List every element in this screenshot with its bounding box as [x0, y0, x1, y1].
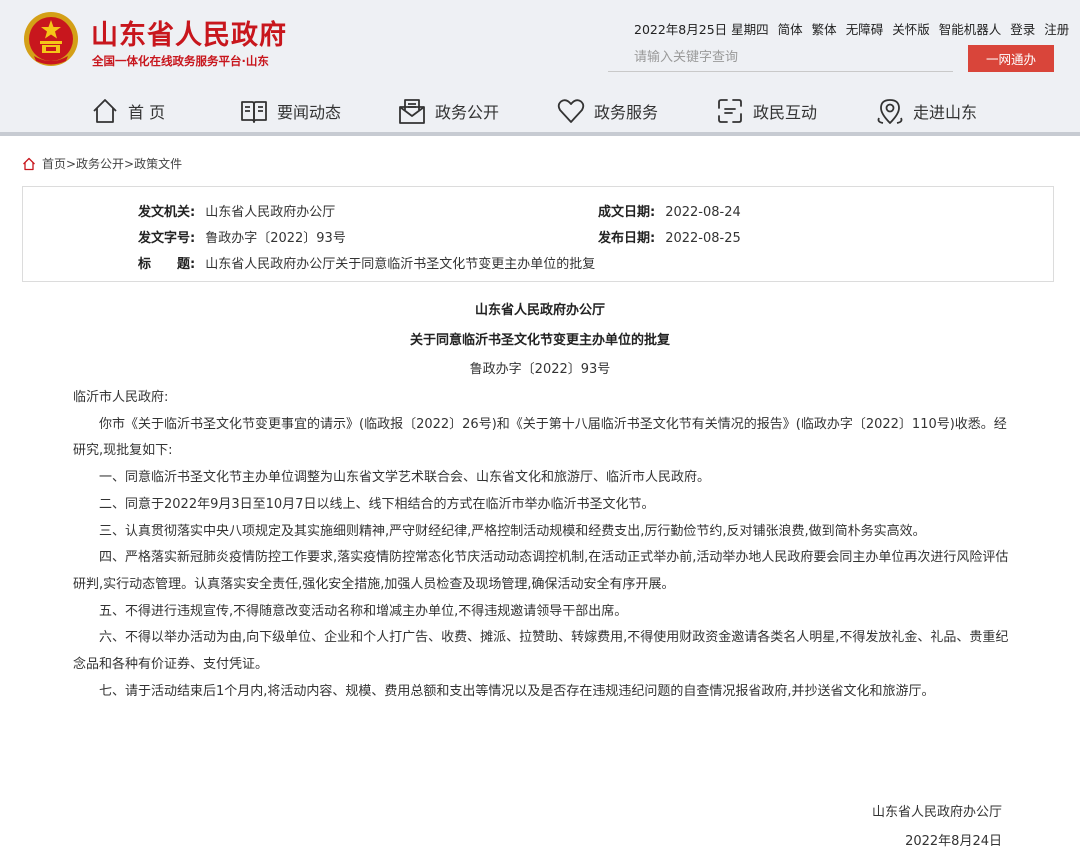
- national-emblem-icon: [24, 12, 78, 66]
- nav-item-home[interactable]: 首 页: [90, 90, 165, 132]
- nav-label: 政务服务: [594, 103, 659, 122]
- main-nav: 首 页 要闻动态 政务公开 政务服务 政民互动 走进山东: [0, 90, 1080, 135]
- breadcrumb: 首页>政务公开>政策文件: [22, 155, 182, 172]
- meta-label: 发文机关:: [138, 205, 196, 220]
- nav-item-gov-affairs[interactable]: 政务公开: [397, 90, 499, 132]
- nav-item-gov-services[interactable]: 政务服务: [556, 90, 658, 132]
- meta-written-date: 成文日期: 2022-08-24: [598, 201, 741, 220]
- home-icon[interactable]: [22, 157, 36, 171]
- document-issuer: 山东省人民政府办公厅: [474, 303, 605, 318]
- site-title[interactable]: 山东省人民政府: [91, 13, 287, 52]
- meta-title: 标 题: 山东省人民政府办公厅关于同意临沂书圣文化节变更主办单位的批复: [138, 253, 595, 272]
- nav-label: 政民互动: [753, 103, 818, 122]
- paragraph: 一、同意临沂书圣文化节主办单位调整为山东省文学艺术联合会、山东省文化和旅游厅、临…: [99, 470, 711, 486]
- book-icon: [241, 101, 267, 123]
- meta-doc-number: 发文字号: 鲁政办字〔2022〕93号: [138, 227, 346, 246]
- mail-icon: [399, 99, 425, 124]
- accessibility-link[interactable]: 无障碍: [846, 19, 884, 38]
- meta-label: 成文日期:: [598, 205, 656, 220]
- document-number: 鲁政办字〔2022〕93号: [469, 362, 611, 377]
- search-input[interactable]: [608, 44, 953, 72]
- nav-item-news[interactable]: 要闻动态: [239, 90, 341, 132]
- meta-publish-date: 发布日期: 2022-08-25: [598, 227, 741, 246]
- meta-label: 标 题:: [138, 257, 196, 272]
- paragraph: 三、认真贯彻落实中央八项规定及其实施细则精神,严守财经纪律,严格控制活动规模和经…: [99, 523, 926, 539]
- meta-value: 鲁政办字〔2022〕93号: [205, 231, 346, 246]
- meta-issuer: 发文机关: 山东省人民政府办公厅: [138, 201, 335, 220]
- site-header: 山东省人民政府 全国一体化在线政务服务平台·山东 2022年8月25日 星期四 …: [0, 0, 1080, 136]
- meta-value: 2022-08-25: [665, 231, 741, 246]
- paragraph: 四、严格落实新冠肺炎疫情防控工作要求,落实疫情防控常态化节庆活动动态调控机制,在…: [73, 550, 1009, 592]
- meta-value: 2022-08-24: [665, 205, 741, 220]
- site-subtitle: 全国一体化在线政务服务平台·山东: [92, 54, 269, 68]
- meta-label: 发文字号:: [138, 231, 196, 246]
- nav-item-interaction[interactable]: 政民互动: [715, 90, 817, 132]
- yiwang-tongban-button[interactable]: 一网通办: [968, 45, 1054, 72]
- nav-item-about-shandong[interactable]: 走进山东: [875, 90, 977, 132]
- salutation: 临沂市人民政府:: [73, 390, 169, 405]
- document-body: 临沂市人民政府: 你市《关于临沂书圣文化节变更事宜的请示》(临政报〔2022〕2…: [73, 385, 1009, 705]
- location-icon: [877, 99, 903, 124]
- document-meta-box: 发文机关: 山东省人民政府办公厅 发文字号: 鲁政办字〔2022〕93号 标 题: 山…: [22, 186, 1054, 282]
- home-icon: [93, 99, 117, 123]
- meta-value: 山东省人民政府办公厅: [205, 205, 336, 220]
- nav-label: 走进山东: [913, 103, 978, 122]
- nav-label: 首 页: [128, 103, 166, 122]
- top-links: 2022年8月25日 星期四 简体 繁体 无障碍 关怀版 智能机器人 登录 注册: [634, 19, 1069, 38]
- nav-label: 政务公开: [435, 103, 500, 122]
- nav-label: 要闻动态: [277, 103, 342, 122]
- breadcrumb-path[interactable]: 首页>政务公开>政策文件: [42, 155, 182, 172]
- paragraph: 你市《关于临沂书圣文化节变更事宜的请示》(临政报〔2022〕26号)和《关于第十…: [73, 416, 1007, 459]
- document-signature: 山东省人民政府办公厅: [871, 805, 1002, 820]
- register-link[interactable]: 注册: [1044, 19, 1069, 38]
- document-title: 关于同意临沂书圣文化节变更主办单位的批复: [409, 333, 670, 348]
- heart-icon: [557, 99, 585, 123]
- current-date: 2022年8月25日 星期四: [634, 22, 769, 37]
- simplified-chinese-link[interactable]: 简体: [778, 19, 803, 38]
- paragraph: 七、请于活动结束后1个月内,将活动内容、规模、费用总额和支出等情况以及是否存在违…: [99, 683, 935, 699]
- login-link[interactable]: 登录: [1010, 19, 1035, 38]
- nav-divider: [0, 132, 1080, 136]
- elderly-mode-link[interactable]: 关怀版: [892, 19, 930, 38]
- document-date: 2022年8月24日: [905, 834, 1002, 849]
- interaction-icon: [718, 99, 742, 123]
- smart-robot-link[interactable]: 智能机器人: [939, 19, 1002, 38]
- paragraph: 五、不得进行违规宣传,不得随意改变活动名称和增减主办单位,不得违规邀请领导干部出…: [99, 603, 628, 619]
- traditional-chinese-link[interactable]: 繁体: [812, 19, 837, 38]
- paragraph: 二、同意于2022年9月3日至10月7日以线上、线下相结合的方式在临沂市举办临沂…: [99, 496, 655, 512]
- meta-label: 发布日期:: [598, 231, 656, 246]
- meta-value: 山东省人民政府办公厅关于同意临沂书圣文化节变更主办单位的批复: [205, 257, 596, 272]
- paragraph: 六、不得以举办活动为由,向下级单位、企业和个人打广告、收费、摊派、拉赞助、转嫁费…: [73, 630, 1009, 673]
